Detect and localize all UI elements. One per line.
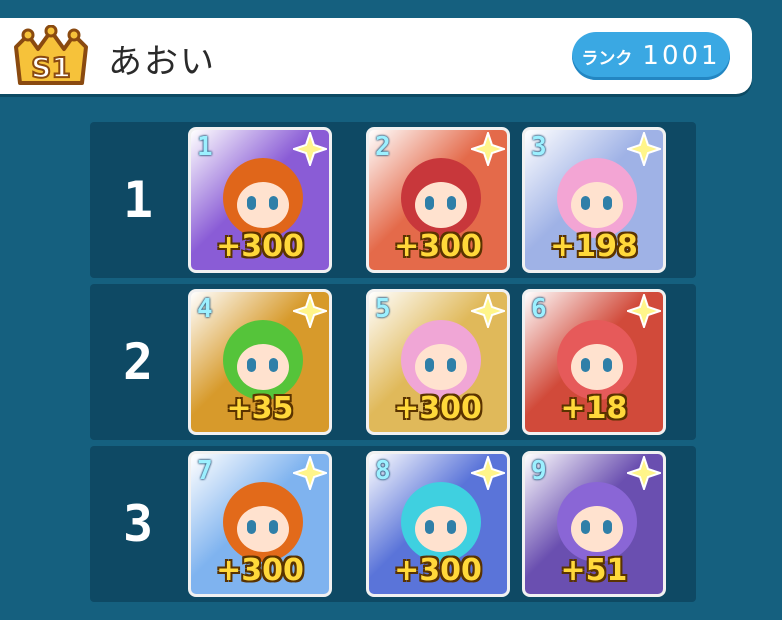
card-level: +35: [226, 391, 294, 426]
character-eye-icon: [269, 358, 278, 372]
slot-number: 7: [197, 456, 213, 486]
sparkle-icon: [293, 456, 327, 490]
rank-pill: ランク 1001: [572, 32, 730, 80]
slot-number: 4: [197, 294, 213, 324]
character-eye-icon: [581, 196, 590, 210]
card-level: +300: [394, 391, 482, 426]
character-eye-icon: [247, 520, 256, 534]
slot-number: 8: [375, 456, 391, 486]
character-face-icon: [571, 506, 623, 552]
slot-number: 6: [531, 294, 547, 324]
character-eye-icon: [269, 520, 278, 534]
sparkle-icon: [293, 294, 327, 328]
character-eye-icon: [447, 196, 456, 210]
character-eye-icon: [425, 520, 434, 534]
character-eye-icon: [603, 520, 612, 534]
character-face-icon: [237, 506, 289, 552]
row-label: 1: [122, 171, 154, 229]
row-label: 3: [122, 495, 154, 553]
sparkle-icon: [471, 294, 505, 328]
character-face-icon: [415, 506, 467, 552]
player-name: あおい: [108, 42, 216, 82]
character-face-icon: [237, 344, 289, 390]
card-slot-8[interactable]: 8 +300: [366, 451, 510, 597]
character-eye-icon: [603, 358, 612, 372]
rank-value: 1001: [642, 41, 721, 71]
slot-number: 5: [375, 294, 391, 324]
slot-number: 3: [531, 132, 547, 162]
card-level: +51: [560, 553, 628, 588]
card-level: +300: [216, 229, 304, 264]
sparkle-icon: [627, 294, 661, 328]
character-eye-icon: [425, 358, 434, 372]
card-slot-9[interactable]: 9 +51: [522, 451, 666, 597]
card-level: +300: [394, 553, 482, 588]
deck-row-2: 2 4 +35 5 +300 6 +18: [90, 284, 696, 440]
sparkle-icon: [471, 456, 505, 490]
card-slot-3[interactable]: 3 +198: [522, 127, 666, 273]
sparkle-icon: [627, 132, 661, 166]
character-eye-icon: [269, 196, 278, 210]
season-crown-badge-icon: S1: [14, 25, 88, 85]
character-face-icon: [571, 182, 623, 228]
sparkle-icon: [627, 456, 661, 490]
sparkle-icon: [471, 132, 505, 166]
card-slot-7[interactable]: 7 +300: [188, 451, 332, 597]
sparkle-icon: [293, 132, 327, 166]
character-face-icon: [237, 182, 289, 228]
card-slot-2[interactable]: 2 +300: [366, 127, 510, 273]
character-face-icon: [415, 182, 467, 228]
character-face-icon: [571, 344, 623, 390]
card-level: +198: [550, 229, 638, 264]
deck-row-3: 3 7 +300 8 +300 9 +51: [90, 446, 696, 602]
character-eye-icon: [603, 196, 612, 210]
slot-number: 2: [375, 132, 391, 162]
row-label: 2: [122, 333, 154, 391]
player-header: S1 あおい ランク 1001: [0, 18, 752, 94]
slot-number: 9: [531, 456, 547, 486]
character-eye-icon: [581, 358, 590, 372]
season-badge-text: S1: [31, 51, 71, 84]
card-level: +300: [394, 229, 482, 264]
character-eye-icon: [447, 358, 456, 372]
character-eye-icon: [447, 520, 456, 534]
card-slot-1[interactable]: 1 +300: [188, 127, 332, 273]
rank-label: ランク: [581, 48, 633, 69]
character-eye-icon: [425, 196, 434, 210]
slot-number: 1: [197, 132, 213, 162]
card-level: +18: [560, 391, 628, 426]
character-eye-icon: [247, 196, 256, 210]
deck-row-1: 1 1 +300 2 +300 3 +198: [90, 122, 696, 278]
card-level: +300: [216, 553, 304, 588]
card-slot-4[interactable]: 4 +35: [188, 289, 332, 435]
card-slot-5[interactable]: 5 +300: [366, 289, 510, 435]
character-eye-icon: [247, 358, 256, 372]
card-slot-6[interactable]: 6 +18: [522, 289, 666, 435]
character-eye-icon: [581, 520, 590, 534]
character-face-icon: [415, 344, 467, 390]
